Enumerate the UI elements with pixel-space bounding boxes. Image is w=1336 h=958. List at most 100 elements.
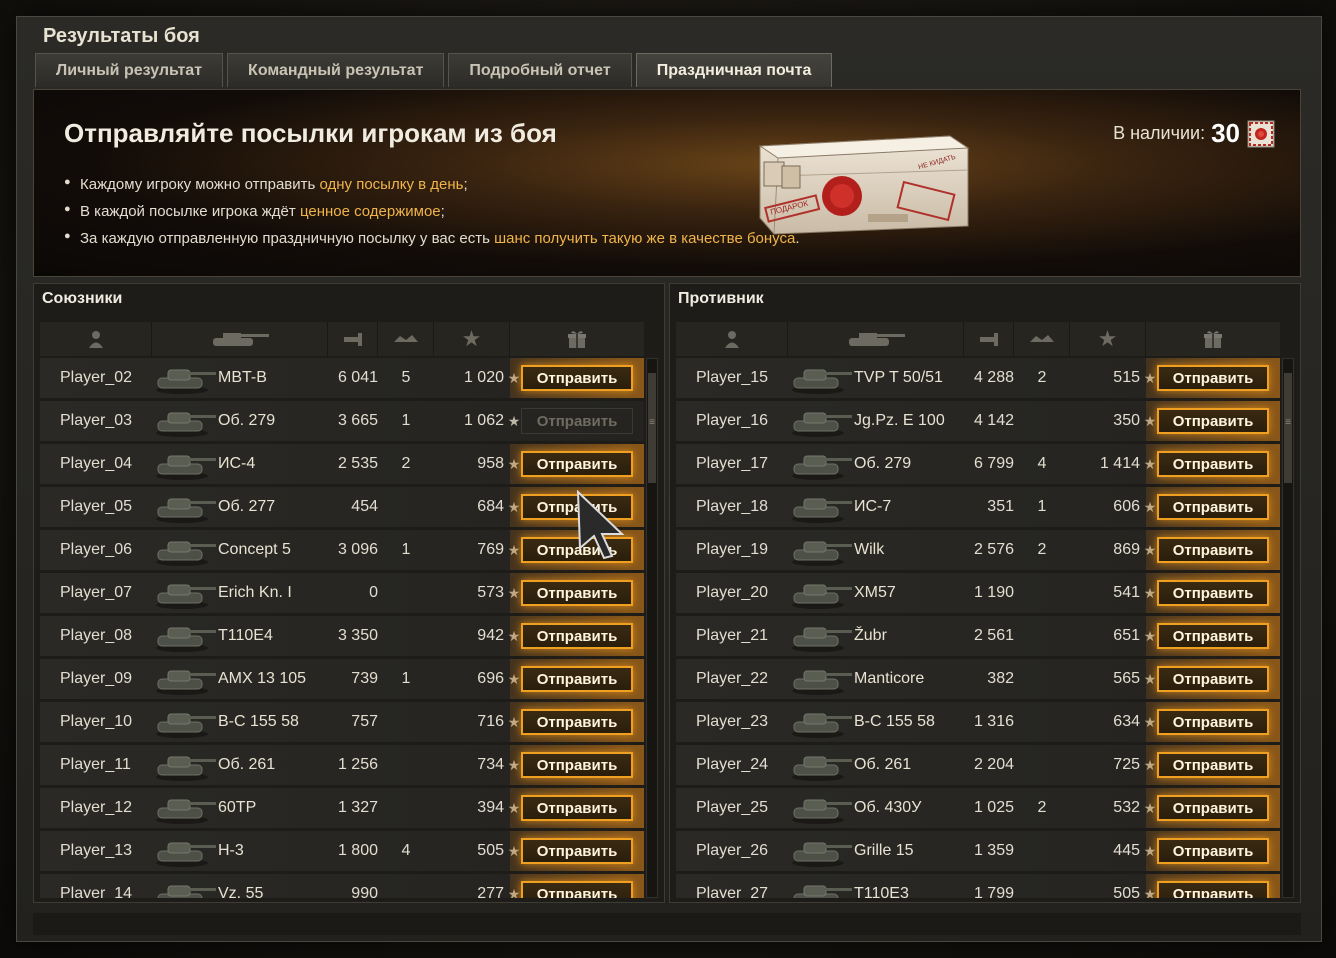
damage-value: 454 (351, 498, 378, 515)
send-parcel-button[interactable]: Отправить (1157, 623, 1269, 649)
tank-name: Об. 279 (854, 455, 912, 472)
kills-icon (1014, 322, 1070, 356)
table-row: Player_02MBT-B6 04151 020★Отправить (40, 358, 644, 398)
send-parcel-button[interactable]: Отправить (521, 408, 633, 434)
table-row: Player_05Об. 277454684★Отправить (40, 487, 644, 527)
tank-thumbnail-icon (792, 842, 852, 867)
send-parcel-button[interactable]: Отправить (1157, 408, 1269, 434)
send-cell: Отправить (510, 874, 644, 898)
holiday-mail-banner: Отправляйте посылки игрокам из боя Каждо… (33, 89, 1301, 277)
kills-value: 2 (1037, 541, 1047, 558)
xp-value: 505 (477, 842, 504, 859)
player-name: Player_23 (696, 713, 769, 730)
send-parcel-button[interactable]: Отправить (1157, 838, 1269, 864)
banner-rule: Каждому игроку можно отправить одну посы… (64, 176, 800, 193)
mouse-cursor-icon (576, 490, 625, 560)
damage-value: 6 799 (973, 455, 1014, 472)
player-name: Player_03 (60, 412, 133, 429)
tank-thumbnail-icon (156, 369, 216, 394)
table-row: Player_21Žubr2 561651★Отправить (676, 616, 1280, 656)
xp-value: 565 (1113, 670, 1140, 687)
tank-name: Об. 430У (854, 799, 922, 816)
tank-thumbnail-icon (156, 670, 216, 695)
player-name: Player_06 (60, 541, 133, 558)
allies-panel: Союзники ★ Player_02MBT-B6 04151 020★Отп… (33, 283, 665, 903)
player-name: Player_02 (60, 369, 133, 386)
tank-thumbnail-icon (156, 713, 216, 738)
tab-personal[interactable]: Личный результат (35, 53, 224, 87)
table-row: Player_04ИС-42 5352958★Отправить (40, 444, 644, 484)
damage-value: 990 (351, 885, 378, 898)
tank-name: Н-3 (218, 842, 244, 859)
enemies-scrollbar[interactable]: ≡ (1282, 358, 1294, 898)
tank-name: Vz. 55 (218, 885, 264, 898)
table-row: Player_07Erich Kn. I0573★Отправить (40, 573, 644, 613)
tank-name: Об. 261 (218, 756, 276, 773)
stock-label: В наличии: (1113, 123, 1206, 143)
damage-value: 2 535 (337, 455, 378, 472)
scroll-thumb[interactable] (648, 373, 656, 483)
kills-value: 4 (401, 842, 411, 859)
send-parcel-button[interactable]: Отправить (1157, 537, 1269, 563)
send-cell: Отправить (1146, 573, 1280, 613)
tab-holiday-mail[interactable]: Праздничная почта (635, 53, 833, 87)
player-name: Player_22 (696, 670, 769, 687)
tank-name: Wilk (854, 541, 885, 558)
send-parcel-button[interactable]: Отправить (1157, 881, 1269, 898)
send-parcel-button[interactable]: Отправить (521, 752, 633, 778)
player-name: Player_09 (60, 670, 133, 687)
send-parcel-button[interactable]: Отправить (1157, 494, 1269, 520)
send-parcel-button[interactable]: Отправить (521, 365, 633, 391)
send-cell: Отправить (1146, 401, 1280, 441)
table-row: Player_22Manticore382565★Отправить (676, 659, 1280, 699)
tab-team[interactable]: Командный результат (227, 53, 445, 87)
kills-value: 1 (401, 541, 411, 558)
damage-value: 1 800 (337, 842, 378, 859)
table-row: Player_15TVP T 50/514 2882515★Отправить (676, 358, 1280, 398)
send-parcel-button[interactable]: Отправить (1157, 795, 1269, 821)
send-parcel-button[interactable]: Отправить (1157, 365, 1269, 391)
send-parcel-button[interactable]: Отправить (1157, 709, 1269, 735)
send-cell: Отправить (1146, 831, 1280, 871)
tab-detailed[interactable]: Подробный отчет (448, 53, 632, 87)
send-parcel-button[interactable]: Отправить (521, 838, 633, 864)
send-parcel-button[interactable]: Отправить (521, 580, 633, 606)
tank-thumbnail-icon (792, 412, 852, 437)
damage-value: 1 190 (973, 584, 1014, 601)
player-name: Player_10 (60, 713, 133, 730)
xp-value: 634 (1113, 713, 1140, 730)
tank-name: B-C 155 58 (218, 713, 299, 730)
tank-name: MBT-B (218, 369, 267, 386)
tank-thumbnail-icon (792, 756, 852, 781)
send-parcel-button[interactable]: Отправить (521, 709, 633, 735)
send-cell: Отправить (1146, 444, 1280, 484)
send-parcel-button[interactable]: Отправить (521, 795, 633, 821)
send-cell: Отправить (510, 702, 644, 742)
damage-value: 2 576 (973, 541, 1014, 558)
xp-value: 958 (477, 455, 504, 472)
send-parcel-button[interactable]: Отправить (1157, 666, 1269, 692)
damage-value: 1 256 (337, 756, 378, 773)
allies-scrollbar[interactable]: ≡ (646, 358, 658, 898)
scroll-thumb[interactable] (1284, 373, 1292, 483)
player-name: Player_11 (60, 756, 131, 773)
damage-value: 2 204 (973, 756, 1014, 773)
damage-value: 1 359 (973, 842, 1014, 859)
player-name: Player_27 (696, 885, 769, 898)
stock-counter: В наличии: 30 (1113, 118, 1276, 149)
send-parcel-button[interactable]: Отправить (521, 623, 633, 649)
kills-value: 1 (401, 670, 411, 687)
send-parcel-button[interactable]: Отправить (1157, 451, 1269, 477)
player-name: Player_20 (696, 584, 769, 601)
send-parcel-button[interactable]: Отправить (521, 666, 633, 692)
send-parcel-button[interactable]: Отправить (1157, 752, 1269, 778)
table-row: Player_24Об. 2612 204725★Отправить (676, 745, 1280, 785)
send-parcel-button[interactable]: Отправить (521, 881, 633, 898)
send-parcel-button[interactable]: Отправить (1157, 580, 1269, 606)
xp-value: 277 (477, 885, 504, 898)
damage-icon (328, 322, 378, 356)
tank-thumbnail-icon (156, 412, 216, 437)
tank-name: AMX 13 105 (218, 670, 307, 687)
send-parcel-button[interactable]: Отправить (521, 451, 633, 477)
player-name: Player_18 (696, 498, 769, 515)
